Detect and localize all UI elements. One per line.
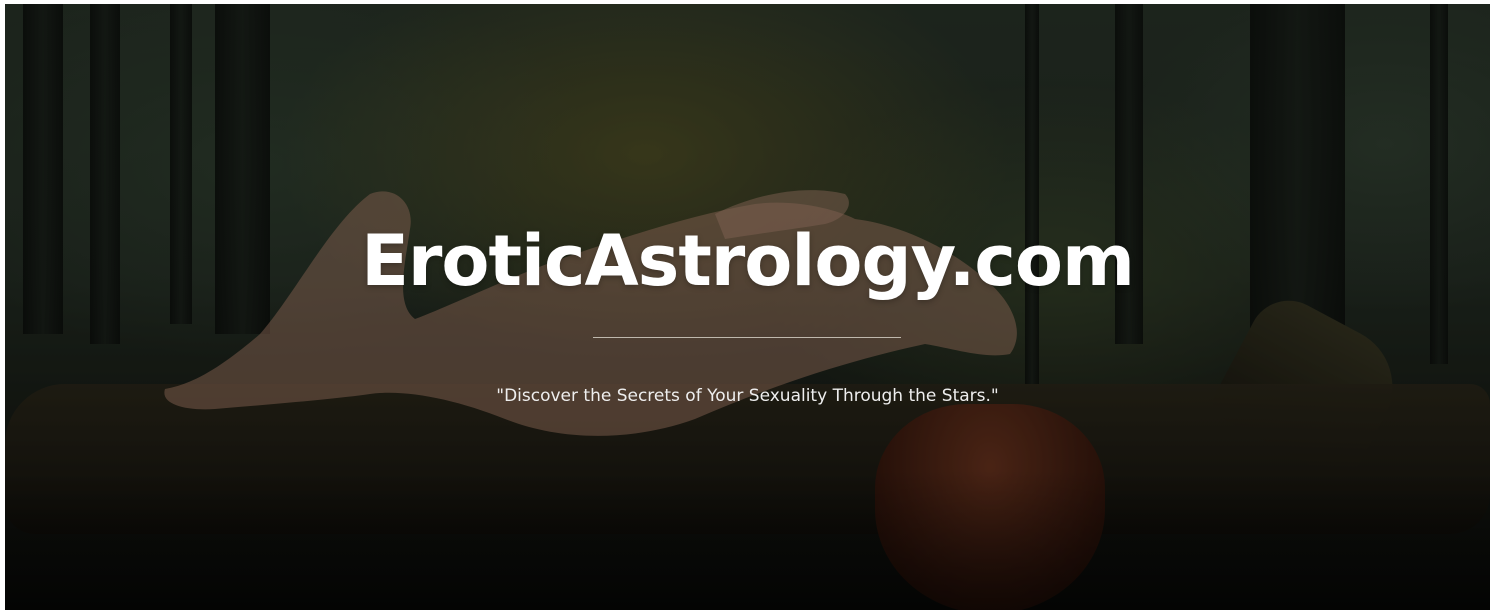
hero-content: EroticAstrology.com "Discover the Secret… [5,4,1490,610]
hero-section: EroticAstrology.com "Discover the Secret… [5,4,1490,610]
site-title: EroticAstrology.com [361,220,1135,302]
title-divider [593,337,901,338]
hero-tagline: "Discover the Secrets of Your Sexuality … [496,386,999,406]
